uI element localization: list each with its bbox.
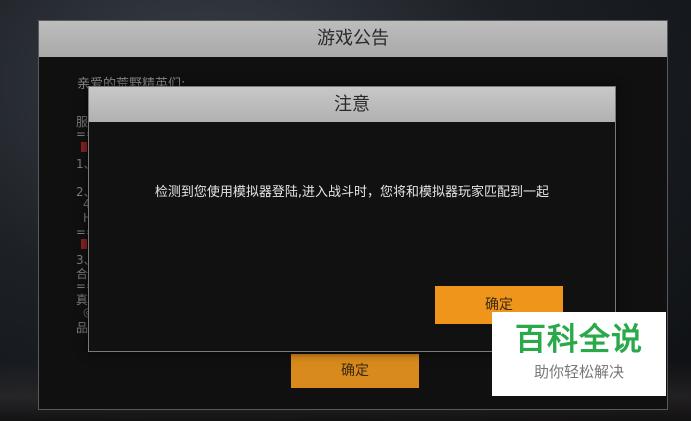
notice-title: 注意 <box>89 87 615 122</box>
announcement-confirm-button[interactable]: 确定 <box>291 354 419 388</box>
announcement-fragment: 品 <box>76 321 89 335</box>
watermark-main-text: 百科全说 <box>515 322 643 358</box>
announcement-red-tag <box>81 142 87 152</box>
notice-message: 检测到您使用模拟器登陆,进入战斗时，您将和模拟器玩家匹配到一起 <box>154 185 550 200</box>
announcement-red-tag <box>81 239 87 249</box>
watermark-logo: 百科全说 助你轻松解决 <box>492 312 666 396</box>
watermark-sub-text: 助你轻松解决 <box>533 363 624 381</box>
announcement-title: 游戏公告 <box>39 21 667 57</box>
